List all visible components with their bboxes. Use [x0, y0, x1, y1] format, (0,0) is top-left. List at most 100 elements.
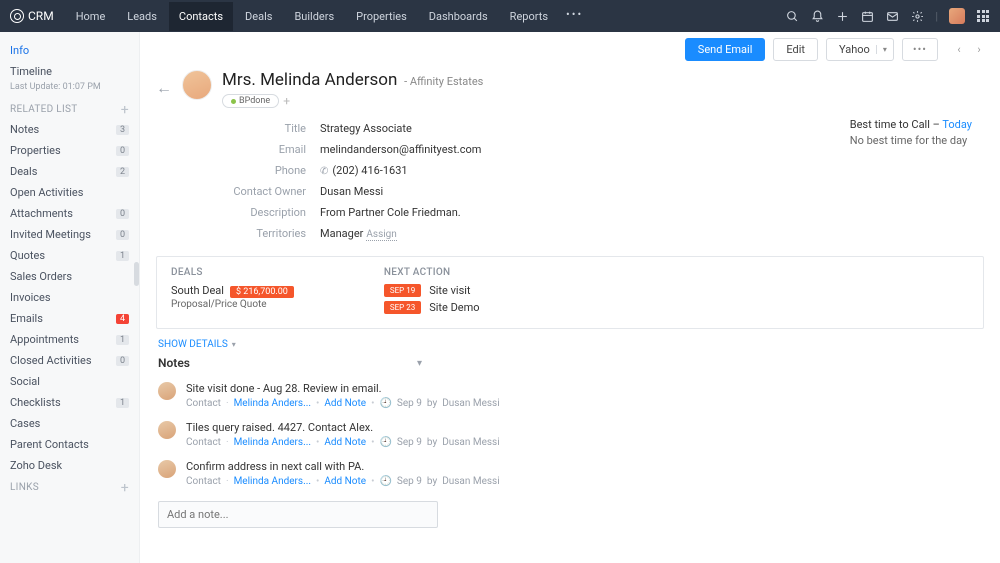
sidebar-scrollbar[interactable] [134, 262, 139, 286]
sidebar-item-closed-activities[interactable]: Closed Activities0 [0, 350, 139, 371]
sidebar-item-parent-contacts[interactable]: Parent Contacts [0, 434, 139, 455]
apps-icon[interactable] [976, 9, 990, 23]
main-nav: Home Leads Contacts Deals Builders Prope… [66, 2, 589, 31]
tag-dot-icon [231, 99, 236, 104]
date-chip: SEP 23 [384, 301, 421, 314]
sidebar-item-social[interactable]: Social [0, 371, 139, 392]
notes-sort-icon[interactable]: ▾ [417, 358, 422, 369]
date-chip: SEP 19 [384, 284, 421, 297]
note-avatar [158, 382, 176, 400]
sidebar-related-head: RELATED LIST + [0, 98, 139, 119]
gear-icon[interactable] [910, 9, 924, 23]
sidebar-item-properties[interactable]: Properties0 [0, 140, 139, 161]
deals-column: DEALS South Deal$ 216,700.00 Proposal/Pr… [171, 267, 294, 318]
mail-icon[interactable] [885, 9, 899, 23]
add-note-link[interactable]: Add Note [324, 476, 366, 487]
note-text: Confirm address in next call with PA. [186, 460, 500, 473]
sidebar-item-quotes[interactable]: Quotes1 [0, 245, 139, 266]
nav-dashboards[interactable]: Dashboards [419, 2, 498, 31]
today-link[interactable]: Today [942, 118, 972, 131]
nav-more[interactable]: ••• [560, 2, 589, 31]
best-time-panel: Best time to Call – Today No best time f… [850, 118, 984, 244]
plus-icon[interactable] [835, 9, 849, 23]
contact-avatar[interactable] [182, 70, 212, 100]
sidebar-item-open-activities[interactable]: Open Activities [0, 182, 139, 203]
sidebar-item-appointments[interactable]: Appointments1 [0, 329, 139, 350]
clock-icon: 🕘 [379, 437, 391, 448]
add-related-icon[interactable]: + [121, 105, 129, 115]
sidebar-item-invited-meetings[interactable]: Invited Meetings0 [0, 224, 139, 245]
value-phone[interactable]: ✆(202) 416-1631 [320, 164, 408, 177]
best-time-sub: No best time for the day [850, 134, 972, 147]
next-record-button[interactable]: › [970, 40, 988, 58]
nav-deals[interactable]: Deals [235, 2, 282, 31]
add-tag-icon[interactable]: + [283, 94, 290, 108]
deal-name[interactable]: South Deal [171, 284, 224, 297]
back-arrow-icon[interactable]: ← [156, 78, 172, 98]
top-nav: CRM Home Leads Contacts Deals Builders P… [0, 0, 1000, 32]
sidebar-item-sales-orders[interactable]: Sales Orders [0, 266, 139, 287]
note-contact-link[interactable]: Melinda Anders... [234, 398, 311, 409]
add-note-link[interactable]: Add Note [324, 398, 366, 409]
sidebar-item-invoices[interactable]: Invoices [0, 287, 139, 308]
label-phone: Phone [210, 164, 320, 177]
next-action-row[interactable]: SEP 23 Site Demo [384, 301, 480, 314]
sidebar-item-notes[interactable]: Notes3 [0, 119, 139, 140]
show-details-toggle[interactable]: SHOW DETAILS▾ [140, 329, 1000, 356]
deal-stage: Proposal/Price Quote [171, 299, 294, 310]
label-description: Description [210, 206, 320, 219]
nav-properties[interactable]: Properties [346, 2, 417, 31]
tag-bpdone[interactable]: BPdone [222, 94, 279, 108]
nav-builders[interactable]: Builders [284, 2, 344, 31]
value-title[interactable]: Strategy Associate [320, 122, 412, 135]
note-avatar [158, 460, 176, 478]
yahoo-button[interactable]: Yahoo▾ [826, 38, 894, 61]
note-contact-link[interactable]: Melinda Anders... [234, 437, 311, 448]
add-link-icon[interactable]: + [121, 483, 129, 493]
edit-button[interactable]: Edit [773, 38, 818, 61]
brand[interactable]: CRM [10, 9, 54, 23]
brand-label: CRM [28, 9, 54, 23]
record-pager: ‹ › [950, 40, 988, 58]
value-description[interactable]: From Partner Cole Friedman. [320, 206, 461, 219]
action-bar: Send Email Edit Yahoo▾ ••• ‹ › [140, 32, 1000, 66]
note-text: Tiles query raised. 4427. Contact Alex. [186, 421, 500, 434]
value-email[interactable]: melindanderson@affinityest.com [320, 143, 481, 156]
more-actions-button[interactable]: ••• [902, 38, 938, 61]
bell-icon[interactable] [810, 9, 824, 23]
next-action-column: NEXT ACTION SEP 19Site visit SEP 23Site … [384, 267, 480, 318]
sidebar-item-zoho-desk[interactable]: Zoho Desk [0, 455, 139, 476]
add-note-input[interactable] [158, 501, 438, 528]
value-owner[interactable]: Dusan Messi [320, 185, 383, 198]
sidebar-timeline[interactable]: Timeline [0, 61, 139, 82]
sidebar-item-deals[interactable]: Deals2 [0, 161, 139, 182]
next-action-title: Site Demo [429, 301, 479, 314]
assign-link[interactable]: Assign [366, 229, 396, 241]
sidebar-info[interactable]: Info [0, 40, 139, 61]
add-note-link[interactable]: Add Note [324, 437, 366, 448]
sidebar-item-attachments[interactable]: Attachments0 [0, 203, 139, 224]
note-meta: Contact·Melinda Anders...•Add Note•🕘Sep … [186, 398, 500, 409]
note-row: Site visit done - Aug 28. Review in emai… [140, 376, 1000, 415]
detail-section: TitleStrategy Associate Emailmelindander… [140, 118, 1000, 244]
nav-reports[interactable]: Reports [500, 2, 558, 31]
send-email-button[interactable]: Send Email [685, 38, 766, 61]
note-meta: Contact·Melinda Anders...•Add Note•🕘Sep … [186, 476, 500, 487]
add-note-input-wrap [158, 501, 438, 528]
search-icon[interactable] [785, 9, 799, 23]
nav-leads[interactable]: Leads [117, 2, 167, 31]
note-contact-link[interactable]: Melinda Anders... [234, 476, 311, 487]
next-action-row[interactable]: SEP 19Site visit [384, 284, 480, 297]
user-avatar[interactable] [949, 8, 965, 24]
sidebar-item-emails[interactable]: Emails4 [0, 308, 139, 329]
sidebar-item-checklists[interactable]: Checklists1 [0, 392, 139, 413]
calendar-icon[interactable] [860, 9, 874, 23]
phone-icon: ✆ [320, 166, 328, 177]
notes-header: Notes ▾ [140, 356, 1000, 376]
nav-contacts[interactable]: Contacts [169, 2, 233, 31]
note-meta: Contact·Melinda Anders...•Add Note•🕘Sep … [186, 437, 500, 448]
sidebar-item-cases[interactable]: Cases [0, 413, 139, 434]
prev-record-button[interactable]: ‹ [950, 40, 968, 58]
label-owner: Contact Owner [210, 185, 320, 198]
nav-home[interactable]: Home [66, 2, 116, 31]
